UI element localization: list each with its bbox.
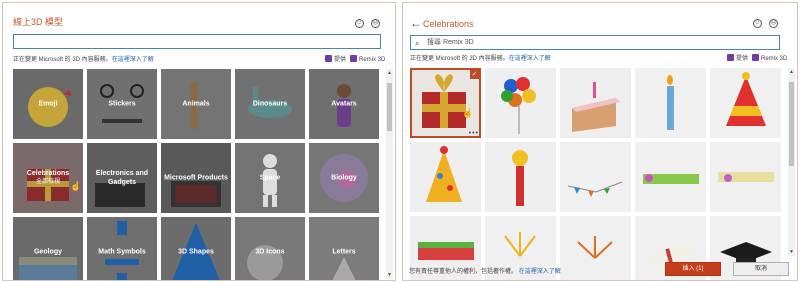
search-icon: ⌕ bbox=[415, 39, 420, 48]
back-arrow-icon[interactable]: ← bbox=[410, 16, 422, 30]
model-tile-balloons[interactable] bbox=[485, 68, 556, 138]
category-tile-stickers[interactable]: Stickers bbox=[87, 69, 157, 139]
bunting-thumbnail bbox=[567, 181, 623, 197]
scroll-down-icon[interactable]: ▼ bbox=[788, 249, 795, 255]
party-horn-thumbnail bbox=[512, 150, 528, 206]
category-tile-letters[interactable]: Letters bbox=[309, 217, 379, 280]
category-label: Letters bbox=[332, 248, 356, 256]
category-tile-animals[interactable]: Animals bbox=[161, 69, 231, 139]
scroll-up-icon[interactable]: ▲ bbox=[386, 70, 393, 76]
scrollbar-thumb[interactable] bbox=[387, 83, 392, 131]
category-tile-avatars[interactable]: Avatars bbox=[309, 69, 379, 139]
category-label: Microsoft Products bbox=[164, 174, 228, 182]
dialog-title: 線上3D 模型 bbox=[13, 17, 64, 27]
flower-banner-thumbnail bbox=[643, 174, 699, 184]
model-tile-birthday-cake[interactable] bbox=[560, 68, 631, 138]
selected-check-icon[interactable]: ✓ bbox=[470, 70, 479, 79]
provider-label: 提供 Remix 3D bbox=[321, 54, 385, 63]
category-tile-electronics-and-gadgets[interactable]: Electronics and Gadgets bbox=[87, 143, 157, 213]
online-3d-models-dialog: 線上3D 模型 ☺ ☹ 正在變更 Microsoft 的 3D 內容服務。在這裡… bbox=[2, 2, 396, 281]
category-tile-math-symbols[interactable]: Math Symbols bbox=[87, 217, 157, 280]
category-label: Dinosaurs bbox=[252, 100, 288, 108]
party-hat-thumbnail bbox=[726, 72, 766, 126]
model-tile-bunting[interactable] bbox=[560, 142, 631, 212]
floral-banner-thumbnail bbox=[718, 172, 774, 182]
celebrations-dialog: ← Celebrations ☺ ☹ ⌕ 搜尋 Remix 3D 正在變更 Mi… bbox=[402, 2, 798, 281]
hand-cursor-icon: ☝ bbox=[70, 181, 82, 191]
category-label: Biology bbox=[331, 174, 357, 182]
frown-feedback-icon[interactable]: ☹ bbox=[371, 19, 380, 28]
frown-feedback-icon[interactable]: ☹ bbox=[769, 19, 778, 28]
category-label: 3D Shapes bbox=[178, 248, 214, 256]
dialog-title: Celebrations bbox=[423, 19, 474, 29]
search-placeholder: 搜尋 Remix 3D bbox=[427, 39, 474, 46]
firework-orange-thumbnail bbox=[577, 236, 613, 259]
cancel-button[interactable]: 取消 bbox=[733, 262, 789, 276]
model-grid: ✓ ••• ☝ bbox=[410, 68, 781, 280]
balloons-thumbnail bbox=[501, 77, 536, 134]
learn-more-link[interactable]: 在這裡深入了解 bbox=[519, 269, 561, 275]
remix-3d-logo-icon bbox=[350, 55, 358, 62]
service-notice: 正在變更 Microsoft 的 3D 內容服務。在這裡深入了解 bbox=[410, 56, 551, 62]
smile-feedback-icon[interactable]: ☺ bbox=[753, 19, 762, 28]
category-label: Electronics and Gadgets bbox=[95, 170, 149, 186]
category-label: 3D Icons bbox=[255, 248, 285, 256]
category-tile-emoji[interactable]: Emoji bbox=[13, 69, 83, 139]
category-grid: Emoji Stickers Animals Dinosaurs Avatars… bbox=[13, 69, 379, 280]
category-label: Geology bbox=[33, 248, 62, 256]
category-tile-3d-icons[interactable]: 3D Icons bbox=[235, 217, 305, 280]
category-tile-geology[interactable]: Geology bbox=[13, 217, 83, 280]
scroll-up-icon[interactable]: ▲ bbox=[788, 69, 795, 75]
model-tile-floral-banner[interactable] bbox=[710, 142, 781, 212]
model-tile-party-hat[interactable] bbox=[710, 68, 781, 138]
category-label: Emoji bbox=[38, 100, 58, 108]
search-input[interactable] bbox=[13, 34, 381, 49]
model-tile-firework-orange[interactable] bbox=[560, 216, 631, 280]
learn-more-link[interactable]: 在這裡深入了解 bbox=[509, 56, 551, 62]
remix-3d-logo-icon bbox=[752, 54, 760, 61]
model-tile-candle[interactable] bbox=[635, 68, 706, 138]
category-tile-biology[interactable]: Biology bbox=[309, 143, 379, 213]
smile-feedback-icon[interactable]: ☺ bbox=[355, 19, 364, 28]
category-tile-space[interactable]: Space bbox=[235, 143, 305, 213]
category-label: Animals bbox=[182, 100, 210, 108]
scroll-down-icon[interactable]: ▼ bbox=[386, 272, 393, 278]
category-tile-3d-shapes[interactable]: 3D Shapes bbox=[161, 217, 231, 280]
remix-3d-logo-icon bbox=[727, 54, 734, 61]
category-tile-microsoft-products[interactable]: Microsoft Products bbox=[161, 143, 231, 213]
party-hat-dotted-thumbnail bbox=[426, 146, 462, 202]
model-tile-gift-box[interactable]: ✓ ••• ☝ bbox=[410, 68, 481, 138]
model-tile-party-hat-dotted[interactable] bbox=[410, 142, 481, 212]
birthday-cake-thumbnail bbox=[572, 82, 620, 132]
scrollbar-thumb[interactable] bbox=[789, 82, 794, 166]
vertical-scrollbar[interactable]: ▲ ▼ bbox=[788, 68, 795, 256]
provider-label: 提供 Remix 3D bbox=[723, 53, 787, 62]
category-label: Space bbox=[259, 174, 281, 182]
search-field[interactable]: ⌕ 搜尋 Remix 3D bbox=[410, 35, 780, 50]
model-tile-flower-banner[interactable] bbox=[635, 142, 706, 212]
category-tile-celebrations[interactable]: Celebrations 全部檢視 ☝ bbox=[13, 143, 83, 213]
category-label: Math Symbols bbox=[98, 248, 146, 256]
category-label: Avatars bbox=[331, 100, 357, 108]
remix-3d-logo-icon bbox=[325, 55, 332, 62]
vertical-scrollbar[interactable]: ▲ ▼ bbox=[386, 69, 393, 279]
more-options-icon[interactable]: ••• bbox=[469, 130, 479, 137]
category-tile-dinosaurs[interactable]: Dinosaurs bbox=[235, 69, 305, 139]
copyright-notice: 您有責任尊重他人的權利，包括著作權。 在這裡深入了解 bbox=[409, 269, 561, 275]
candle-thumbnail bbox=[667, 75, 674, 130]
insert-button[interactable]: 插入 (1) bbox=[665, 262, 721, 276]
model-tile-party-horn[interactable] bbox=[485, 142, 556, 212]
service-notice: 正在變更 Microsoft 的 3D 內容服務。在這裡深入了解 bbox=[13, 57, 154, 63]
learn-more-link[interactable]: 在這裡深入了解 bbox=[112, 57, 154, 63]
hand-cursor-icon: ☝ bbox=[462, 108, 474, 118]
category-label: Stickers bbox=[108, 100, 136, 108]
